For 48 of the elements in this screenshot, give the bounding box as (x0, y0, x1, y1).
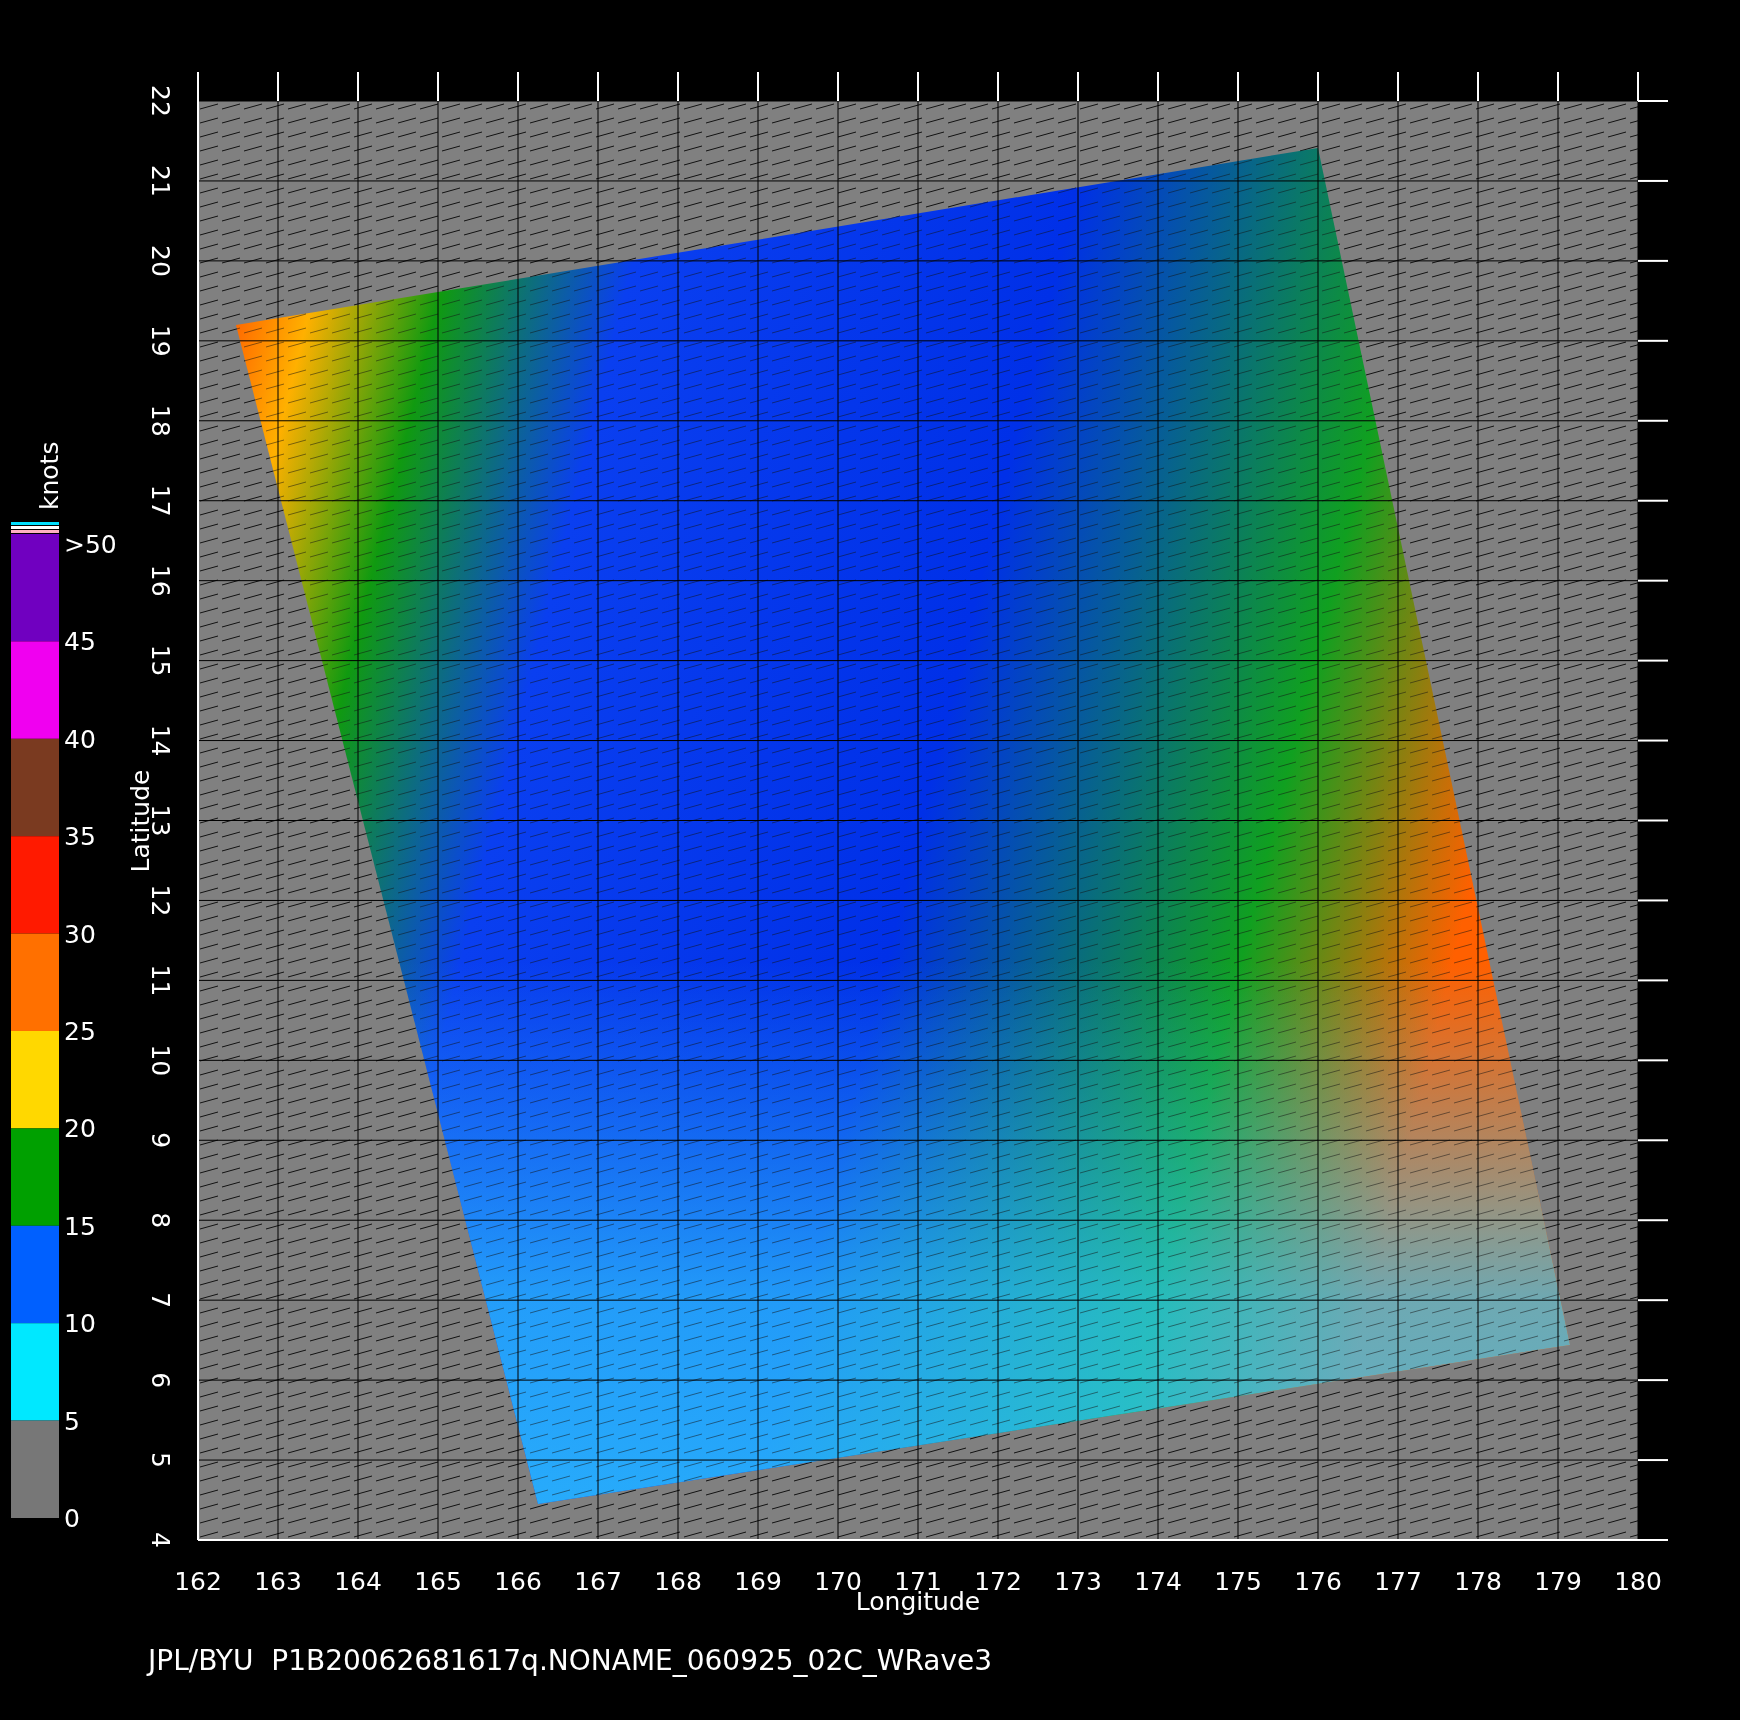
longitude-tick-label: 176 (1294, 1567, 1342, 1596)
colorbar-label: >50 (64, 530, 117, 559)
colorbar-label: 45 (64, 627, 96, 657)
longitude-tick-label: 166 (494, 1567, 542, 1596)
colorbar-label: 15 (64, 1211, 96, 1241)
colorbar-label: 40 (64, 724, 96, 754)
longitude-tick-label: 175 (1214, 1567, 1262, 1596)
longitude-tick-label: 180 (1614, 1567, 1662, 1596)
colorbar-label: 30 (64, 919, 96, 949)
colorbar-label: 0 (64, 1504, 80, 1533)
latitude-tick-label: 5 (146, 1452, 175, 1468)
latitude-tick-label: 15 (146, 644, 175, 677)
longitude-tick-label: 179 (1534, 1567, 1582, 1596)
latitude-tick-label: 9 (146, 1132, 175, 1149)
latitude-tick-label: 17 (146, 484, 175, 517)
longitude-tick-label: 172 (974, 1567, 1022, 1596)
longitude-tick-label: 167 (574, 1567, 622, 1596)
latitude-tick-label: 14 (146, 724, 175, 757)
latitude-tick-label: 19 (146, 324, 175, 357)
latitude-tick-label: 8 (146, 1212, 175, 1229)
image-caption: JPL/BYU P1B20062681617q.NONAME_060925_02C_WRave3 (148, 1644, 993, 1677)
longitude-tick-label: 178 (1454, 1567, 1502, 1596)
longitude-tick-label: 164 (334, 1567, 382, 1596)
longitude-tick-label: 177 (1374, 1567, 1422, 1596)
latitude-tick-label: 4 (146, 1532, 175, 1548)
longitude-tick-label: 174 (1134, 1567, 1182, 1596)
latitude-tick-label: 11 (146, 964, 175, 997)
longitude-tick-label: 168 (654, 1567, 702, 1596)
latitude-tick-label: 6 (146, 1372, 175, 1389)
longitude-tick-label: 169 (734, 1567, 782, 1596)
colorbar-label: 35 (64, 822, 96, 852)
colorbar-label: 20 (64, 1114, 96, 1144)
latitude-tick-label: 21 (146, 165, 175, 197)
colorbar-label: 25 (64, 1017, 96, 1046)
longitude-tick-label: 162 (174, 1567, 222, 1596)
longitude-tick-label: 165 (414, 1567, 462, 1596)
longitude-tick-label: 163 (254, 1567, 302, 1596)
colorbar-unit-label: knots (35, 441, 64, 510)
colorbar-label: 10 (64, 1309, 96, 1339)
colorbar-label: 5 (64, 1406, 80, 1436)
latitude-tick-label: 18 (146, 404, 175, 437)
latitude-tick-label: 16 (146, 564, 175, 597)
longitude-tick-label: 173 (1054, 1567, 1102, 1596)
latitude-tick-label: 22 (146, 85, 175, 117)
latitude-tick-label: 20 (146, 245, 175, 277)
latitude-tick-label: 10 (146, 1044, 175, 1077)
latitude-tick-label: 7 (146, 1292, 175, 1309)
latitude-tick-label: 12 (146, 884, 175, 917)
